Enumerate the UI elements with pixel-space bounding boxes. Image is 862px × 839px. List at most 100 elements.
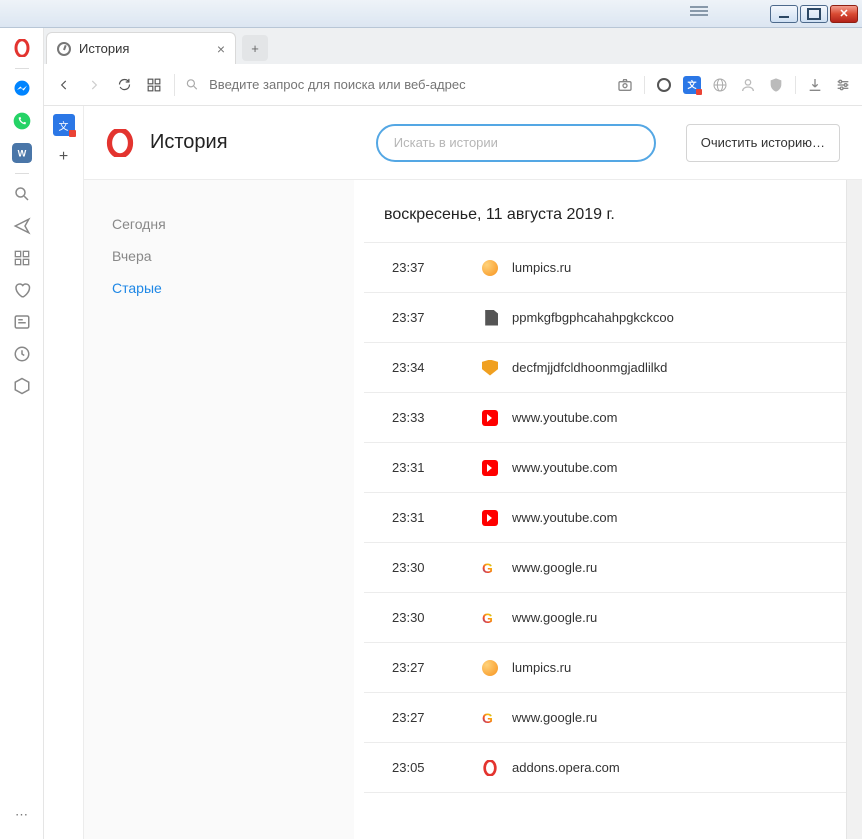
reload-button[interactable] xyxy=(114,75,134,95)
entry-time: 23:27 xyxy=(392,710,432,725)
opera-logo-icon xyxy=(106,129,134,157)
svg-text:W: W xyxy=(17,148,26,158)
entry-url: www.youtube.com xyxy=(512,460,618,475)
whatsapp-icon[interactable] xyxy=(8,107,36,135)
entry-url: lumpics.ru xyxy=(512,260,571,275)
entry-time: 23:33 xyxy=(392,410,432,425)
clear-history-button[interactable]: Очистить историю… xyxy=(686,124,840,162)
heart-icon[interactable] xyxy=(8,276,36,304)
history-entry[interactable]: 23:31 www.youtube.com xyxy=(364,443,846,493)
google-favicon xyxy=(482,610,498,626)
history-entry[interactable]: 23:37 ppmkgfbgphcahahpgkckcoo xyxy=(364,293,846,343)
app-sidebar: W ⋯ xyxy=(0,28,44,839)
downloads-icon[interactable] xyxy=(806,76,824,94)
youtube-favicon xyxy=(482,460,498,476)
history-sidebar-icon[interactable] xyxy=(8,340,36,368)
orange-favicon xyxy=(482,660,498,676)
entry-time: 23:30 xyxy=(392,560,432,575)
entry-url: www.google.ru xyxy=(512,560,597,575)
history-entries-panel: воскресенье, 11 августа 2019 г. 23:37 lum… xyxy=(354,180,846,839)
user-ext-icon[interactable] xyxy=(739,76,757,94)
address-input[interactable] xyxy=(209,77,606,92)
send-icon[interactable] xyxy=(8,212,36,240)
history-entry[interactable]: 23:27 www.google.ru xyxy=(364,693,846,743)
entry-url: www.youtube.com xyxy=(512,410,618,425)
entry-time: 23:27 xyxy=(392,660,432,675)
speed-dial-icon[interactable] xyxy=(8,244,36,272)
search-icon xyxy=(185,77,199,92)
window-maximize-button[interactable] xyxy=(800,5,828,23)
entry-url: addons.opera.com xyxy=(512,760,620,775)
history-entry[interactable]: 23:27 lumpics.ru xyxy=(364,643,846,693)
history-entry[interactable]: 23:05 addons.opera.com xyxy=(364,743,846,793)
more-sidebar-icon[interactable]: ⋯ xyxy=(8,801,36,829)
history-date-heading: воскресенье, 11 августа 2019 г. xyxy=(384,206,846,224)
messenger-icon[interactable] xyxy=(8,75,36,103)
opera-menu-icon[interactable] xyxy=(8,34,36,62)
quickbar-add-icon[interactable]: + xyxy=(53,146,75,168)
news-icon[interactable] xyxy=(8,308,36,336)
history-entry[interactable]: 23:34 decfmjjdfcldhoonmgjadlilkd xyxy=(364,343,846,393)
entry-time: 23:31 xyxy=(392,460,432,475)
history-search-input[interactable] xyxy=(376,124,656,162)
opera-favicon xyxy=(482,760,498,776)
window-minimize-button[interactable] xyxy=(770,5,798,23)
page-title: История xyxy=(150,131,228,154)
youtube-favicon xyxy=(482,510,498,526)
quick-sidebar: 文 + xyxy=(44,106,84,839)
entry-time: 23:34 xyxy=(392,360,432,375)
google-favicon xyxy=(482,710,498,726)
history-entry[interactable]: 23:30 www.google.ru xyxy=(364,593,846,643)
history-entry[interactable]: 23:30 www.google.ru xyxy=(364,543,846,593)
entry-time: 23:05 xyxy=(392,760,432,775)
entry-url: www.google.ru xyxy=(512,610,597,625)
entry-time: 23:31 xyxy=(392,510,432,525)
entry-time: 23:37 xyxy=(392,310,432,325)
snapshot-icon[interactable] xyxy=(616,76,634,94)
filter-yesterday[interactable]: Вчера xyxy=(112,240,354,272)
shield-ext-icon[interactable] xyxy=(767,76,785,94)
history-entry[interactable]: 23:37 lumpics.ru xyxy=(364,243,846,293)
extensions-icon[interactable] xyxy=(8,372,36,400)
translate-ext-icon[interactable]: 文 xyxy=(683,76,701,94)
window-close-button[interactable] xyxy=(830,5,858,23)
tab-history[interactable]: История × xyxy=(46,32,236,64)
window-titlebar xyxy=(0,0,862,28)
entry-url: www.youtube.com xyxy=(512,510,618,525)
filter-older[interactable]: Старые xyxy=(112,272,354,304)
entry-url: www.google.ru xyxy=(512,710,597,725)
history-entry[interactable]: 23:33 www.youtube.com xyxy=(364,393,846,443)
globe-ext-icon[interactable] xyxy=(711,76,729,94)
tab-label: История xyxy=(79,41,129,56)
easy-setup-icon[interactable] xyxy=(834,76,852,94)
entry-url: lumpics.ru xyxy=(512,660,571,675)
scrollbar-track[interactable] xyxy=(846,180,862,839)
history-header: История Очистить историю… xyxy=(84,106,862,180)
entry-url: decfmjjdfcldhoonmgjadlilkd xyxy=(512,360,667,375)
address-bar: 文 xyxy=(44,64,862,106)
history-filter-sidebar: Сегодня Вчера Старые xyxy=(84,180,354,839)
vk-icon[interactable]: W xyxy=(8,139,36,167)
window-gadget-icon xyxy=(690,6,710,20)
search-sidebar-icon[interactable] xyxy=(8,180,36,208)
history-entry[interactable]: 23:31 www.youtube.com xyxy=(364,493,846,543)
new-tab-button[interactable]: + xyxy=(242,35,268,61)
orange-favicon xyxy=(482,260,498,276)
quickbar-translate-icon[interactable]: 文 xyxy=(53,114,75,136)
shield-favicon xyxy=(482,360,498,376)
tab-strip: История × + xyxy=(44,28,862,64)
speed-dial-button[interactable] xyxy=(144,75,164,95)
history-page: История Очистить историю… Сегодня Вчера … xyxy=(84,106,862,839)
filter-today[interactable]: Сегодня xyxy=(112,208,354,240)
google-favicon xyxy=(482,560,498,576)
file-favicon xyxy=(482,310,498,326)
tab-close-icon[interactable]: × xyxy=(217,41,225,57)
opera-ext-icon[interactable] xyxy=(655,76,673,94)
nav-forward-button[interactable] xyxy=(84,75,104,95)
entry-url: ppmkgfbgphcahahpgkckcoo xyxy=(512,310,674,325)
tab-favicon-clock-icon xyxy=(57,42,71,56)
youtube-favicon xyxy=(482,410,498,426)
nav-back-button[interactable] xyxy=(54,75,74,95)
entry-time: 23:30 xyxy=(392,610,432,625)
entry-time: 23:37 xyxy=(392,260,432,275)
